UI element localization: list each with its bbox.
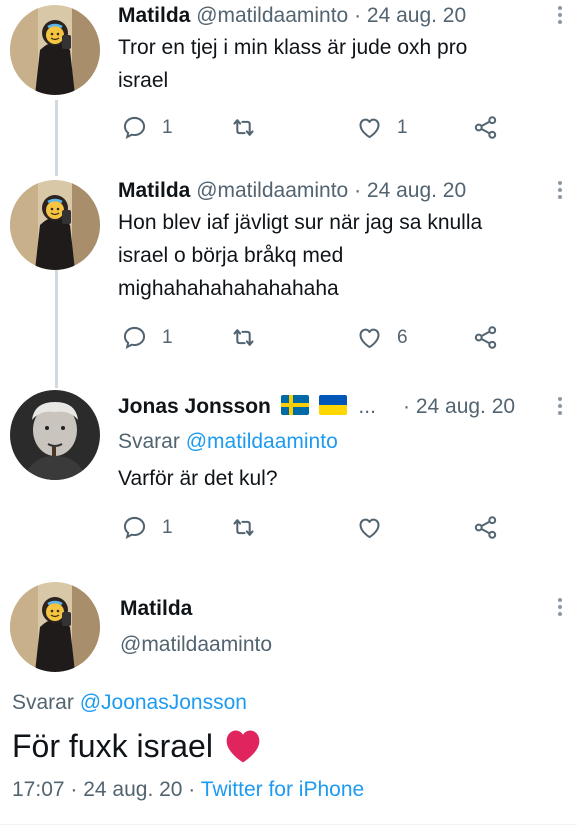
more-vertical-icon[interactable] [557, 598, 563, 619]
retweet-icon [233, 329, 254, 346]
like-count: 6 [397, 326, 408, 348]
replying-to: Svarar @JoonasJonsson [12, 690, 247, 716]
avatar[interactable] [10, 582, 100, 672]
tweet-header: Matilda @matildaaminto · 24 aug. 20 [118, 3, 466, 29]
tweet-date[interactable]: · 24 aug. 20 [354, 179, 466, 202]
heart-icon [359, 328, 380, 349]
replying-to: Svarar @matildaaminto [118, 429, 338, 455]
thread-line [55, 250, 58, 388]
name-ellipsis: ... [358, 395, 376, 418]
share-button[interactable] [472, 324, 499, 351]
tweet-text: Hon blev iaf jävligt sur när jag sa knul… [118, 206, 558, 305]
author-name[interactable]: Matilda [120, 596, 192, 622]
reply-button[interactable]: 1 [121, 514, 173, 541]
reply-count: 1 [162, 516, 173, 538]
more-vertical-icon[interactable] [557, 397, 563, 418]
tweet-text-content: För fuxk israel [12, 728, 213, 764]
like-button[interactable]: 1 [356, 114, 408, 141]
author-handle[interactable]: @matildaaminto [120, 632, 272, 658]
tweet-text-line: israel o börja bråkq med [118, 244, 344, 267]
like-button[interactable]: 6 [356, 324, 408, 351]
replying-prefix: Svarar [118, 430, 180, 453]
divider [0, 824, 577, 825]
avatar[interactable] [10, 5, 100, 95]
author-name[interactable]: Matilda [118, 179, 190, 202]
avatar[interactable] [10, 180, 100, 270]
retweet-button[interactable] [230, 324, 271, 351]
retweet-icon [233, 519, 254, 536]
share-button[interactable] [472, 514, 499, 541]
like-button[interactable] [356, 514, 397, 541]
share-icon [474, 516, 497, 539]
tweet-date[interactable]: · 24 aug. 20 [354, 4, 466, 27]
sweden-flag-icon [280, 395, 309, 415]
share-button[interactable] [472, 114, 499, 141]
more-vertical-icon[interactable] [557, 181, 563, 202]
tweet-header: Matilda @matildaaminto · 24 aug. 20 [118, 178, 466, 204]
like-count: 1 [397, 116, 408, 138]
reply-button[interactable]: 1 [121, 324, 173, 351]
more-vertical-icon[interactable] [557, 6, 563, 27]
replying-to-handle[interactable]: @matildaaminto [186, 430, 338, 453]
tweet-meta: 17:07 · 24 aug. 20 · Twitter for iPhone [12, 777, 364, 803]
author-name[interactable]: Jonas Jonsson [118, 395, 271, 418]
author-handle[interactable]: @matildaaminto [196, 4, 348, 27]
red-heart-emoji-icon [226, 730, 260, 763]
tweet-header: Jonas Jonsson ... [118, 394, 376, 420]
author-name[interactable]: Matilda [118, 4, 190, 27]
reply-count: 1 [162, 116, 173, 138]
replying-prefix: Svarar [12, 691, 74, 714]
reply-count: 1 [162, 326, 173, 348]
tweet-date[interactable]: · 24 aug. 20 [403, 395, 515, 418]
replying-to-handle[interactable]: @JoonasJonsson [80, 691, 247, 714]
reply-icon [123, 326, 146, 350]
reply-button[interactable]: 1 [121, 114, 173, 141]
reply-icon [123, 116, 146, 140]
retweet-button[interactable] [230, 514, 271, 541]
share-icon [474, 116, 497, 139]
heart-icon [359, 518, 380, 539]
tweet-date-wrap: · 24 aug. 20 [403, 394, 515, 420]
tweet-text-line: israel [118, 69, 169, 92]
tweet-text: För fuxk israel [12, 726, 263, 766]
tweet-text-line: Tror en tjej i min klass är jude oxh pro [118, 36, 468, 59]
author-handle[interactable]: @matildaaminto [196, 179, 348, 202]
retweet-button[interactable] [230, 114, 271, 141]
tweet-text: Tror en tjej i min klass är jude oxh pro… [118, 31, 558, 97]
ukraine-flag-icon [318, 395, 347, 415]
retweet-icon [233, 119, 254, 136]
tweet-source[interactable]: Twitter for iPhone [201, 778, 364, 801]
reply-icon [123, 516, 146, 540]
tweet-text: Varför är det kul? [118, 462, 558, 495]
tweet-text-line: mighahahahahahahaha [118, 277, 339, 300]
share-icon [474, 326, 497, 349]
avatar[interactable] [10, 390, 100, 480]
thread-line [55, 100, 58, 176]
tweet-text-line: Varför är det kul? [118, 467, 278, 490]
heart-icon [359, 118, 380, 139]
tweet-text-line: Hon blev iaf jävligt sur när jag sa knul… [118, 211, 483, 234]
tweet-timestamp[interactable]: 17:07 · 24 aug. 20 · [12, 778, 195, 801]
